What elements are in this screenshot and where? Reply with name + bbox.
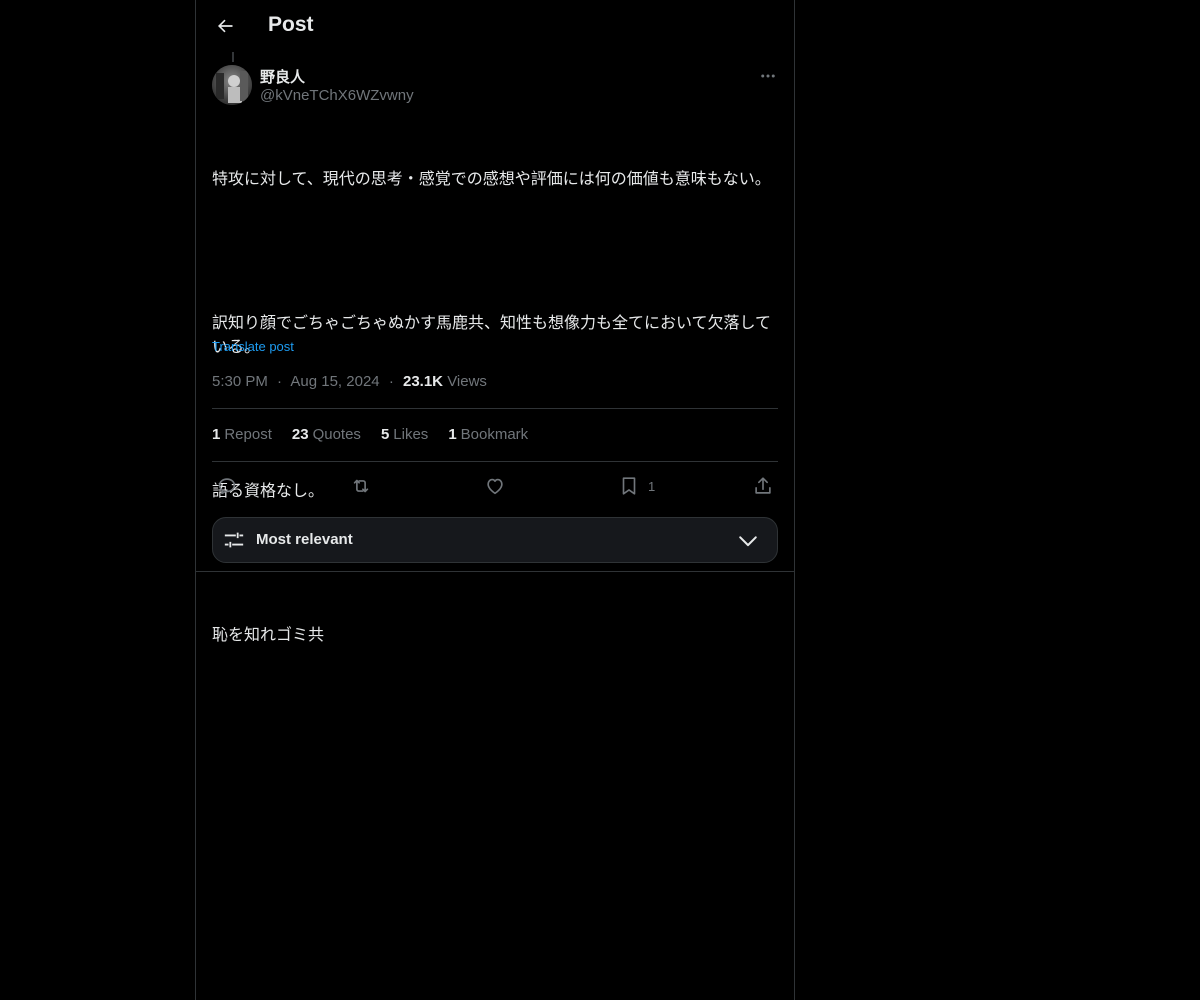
post-date[interactable]: Aug 15, 2024 [290,373,379,390]
reposts-label: Repost [224,426,272,443]
quotes-count: 23 [291,426,309,443]
share-icon [755,477,771,494]
likes-count: 5 [380,426,390,443]
post-paragraph: 恥を知れゴミ共 [212,625,325,644]
author-handle[interactable]: @kVneTChX6WZvwny [260,87,414,104]
bookmark-icon [622,477,636,495]
avatar[interactable] [212,65,252,105]
chevron-down-icon [739,536,757,547]
bookmark-button[interactable]: 1 [618,474,655,498]
like-button[interactable] [484,474,506,498]
reposts-stat[interactable]: 1 Repost [212,426,272,443]
repost-icon [353,479,369,493]
bookmark-count: 1 [648,478,656,494]
quotes-stat[interactable]: 23 Quotes [292,426,361,443]
post-time[interactable]: 5:30 PM [212,373,268,390]
reposts-count: 1 [212,426,221,443]
quotes-label: Quotes [312,426,361,443]
bookmarks-count: 1 [448,426,457,443]
sliders-icon [224,532,244,548]
views-count: 23.1K [402,373,444,390]
page-title: Post [268,13,314,36]
more-horizontal-icon [761,74,775,78]
back-button[interactable] [208,9,242,43]
more-options-button[interactable] [756,64,780,88]
separator-dot: · [388,373,394,390]
avatar-image [212,65,252,105]
engagement-stats: 1 Repost 23 Quotes 5 Likes 1 Bookmark [212,426,528,443]
arrow-left-icon [218,19,233,33]
reply-sort-dropdown[interactable]: Most relevant [212,517,778,563]
reply-button[interactable] [216,474,238,498]
bookmarks-label: Bookmark [460,426,529,443]
divider [196,571,794,572]
likes-stat[interactable]: 5 Likes [381,426,428,443]
likes-label: Likes [393,426,429,443]
divider [212,461,778,462]
views-label: Views [447,373,487,390]
post-paragraph: 特攻に対して、現代の思考・感覚での感想や評価には何の価値も意味もない。 [212,169,771,188]
post-metadata: 5:30 PM · Aug 15, 2024 · 23.1K Views [212,373,487,390]
top-bar: Post [196,0,794,53]
post-text: 特攻に対して、現代の思考・感覚での感想や評価には何の価値も意味もない。 訳知り顔… [212,119,778,695]
bookmarks-stat[interactable]: 1 Bookmark [448,426,528,443]
divider [212,408,778,409]
reply-icon [218,478,236,495]
author-name[interactable]: 野良人 [260,66,305,87]
primary-column: Post 野良人 @kVneTChX6WZvwny 特攻に対して、現代の思考・感… [195,0,795,1000]
thread-connector [232,52,234,62]
translate-post-link[interactable]: Translate post [212,339,294,354]
heart-icon [487,478,503,495]
separator-dot: · [277,373,283,390]
share-button[interactable] [752,474,774,498]
repost-button[interactable] [350,474,372,498]
post-paragraph: 訳知り顔でごちゃごちゃぬかす馬鹿共、知性も想像力も全てにおいて欠落している。 [212,313,772,356]
sort-label: Most relevant [256,531,353,548]
